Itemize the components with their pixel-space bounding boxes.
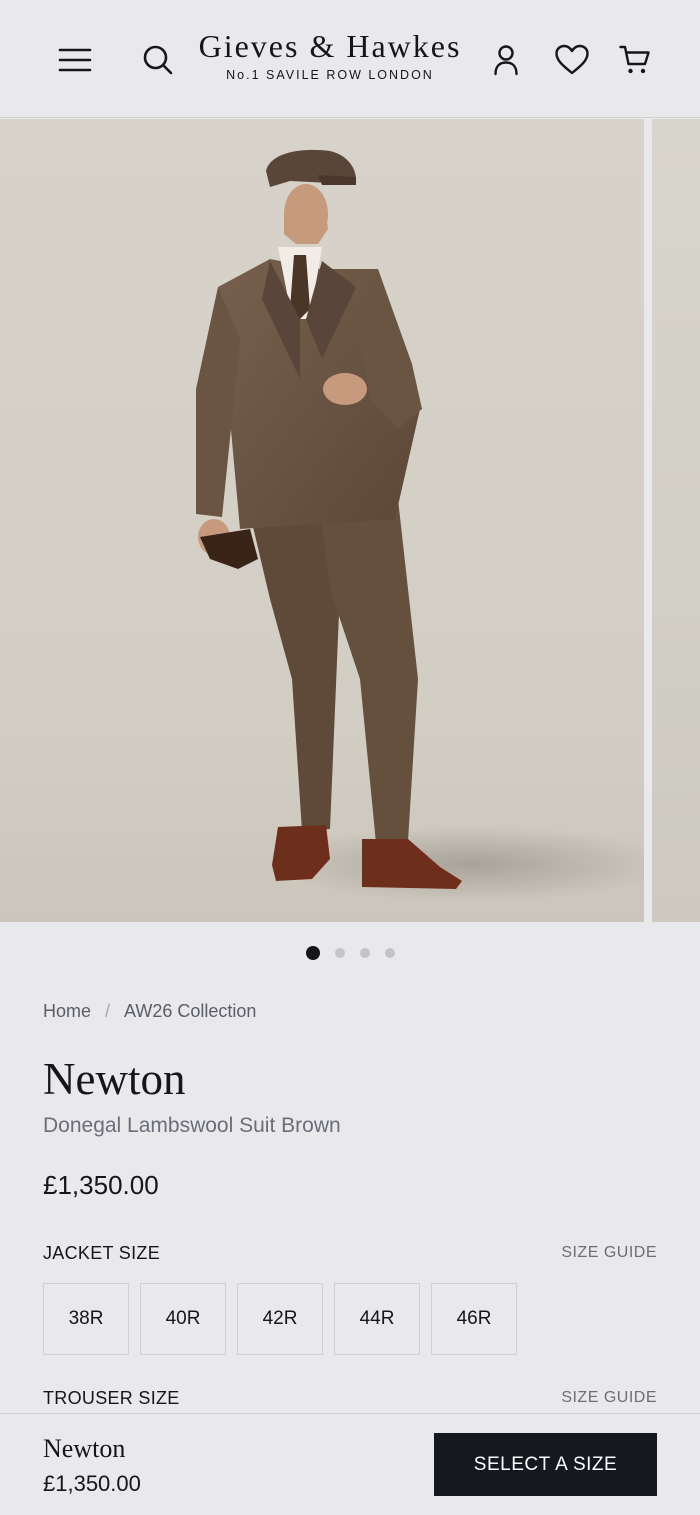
product-title: Newton [43, 1054, 186, 1104]
size-option-38r[interactable]: 38R [43, 1283, 129, 1355]
cart-icon[interactable] [612, 36, 658, 84]
product-subtitle: Donegal Lambswool Suit Brown [43, 1114, 341, 1137]
breadcrumb-home[interactable]: Home [43, 1001, 91, 1022]
next-product-image[interactable] [652, 119, 700, 922]
heart-icon[interactable] [548, 36, 596, 84]
gallery-dot-4[interactable] [384, 948, 395, 958]
size-option-42r[interactable]: 42R [237, 1283, 323, 1355]
jacket-size-options: 38R 40R 42R 44R 46R [43, 1283, 528, 1355]
sticky-product-name: Newton [43, 1434, 126, 1463]
account-icon[interactable] [485, 36, 527, 84]
search-icon[interactable] [136, 36, 180, 84]
select-size-button[interactable]: SELECT A SIZE [434, 1433, 657, 1496]
menu-icon[interactable] [50, 36, 100, 84]
breadcrumb-collection[interactable]: AW26 Collection [124, 1001, 256, 1022]
trouser-size-label: TROUSER SIZE [43, 1388, 180, 1408]
jacket-size-label: JACKET SIZE [43, 1243, 160, 1263]
size-option-44r[interactable]: 44R [334, 1283, 420, 1355]
size-option-46r[interactable]: 46R [431, 1283, 517, 1355]
gallery-dot-1[interactable] [305, 946, 320, 960]
breadcrumb: Home / AW26 Collection [43, 1001, 256, 1022]
brand-logo[interactable]: Gieves & Hawkes No.1 SAVILE ROW LONDON [180, 26, 480, 82]
breadcrumb-separator: / [105, 1001, 111, 1021]
gallery-pagination [0, 946, 700, 966]
jacket-size-guide-link[interactable]: SIZE GUIDE [561, 1244, 657, 1262]
product-image[interactable] [0, 119, 670, 922]
trouser-size-guide-link[interactable]: SIZE GUIDE [561, 1389, 657, 1407]
gallery-dot-2[interactable] [334, 948, 345, 958]
site-header: Gieves & Hawkes No.1 SAVILE ROW LONDON [0, 0, 700, 118]
product-price: £1,350.00 [43, 1170, 159, 1200]
sticky-product-price: £1,350.00 [43, 1471, 141, 1496]
product-gallery[interactable] [0, 119, 700, 922]
gallery-dot-3[interactable] [359, 948, 370, 958]
size-option-40r[interactable]: 40R [140, 1283, 226, 1355]
brand-name: Gieves & Hawkes [198, 28, 462, 64]
brand-tagline: No.1 SAVILE ROW LONDON [226, 68, 434, 82]
sticky-purchase-bar: Newton £1,350.00 SELECT A SIZE [0, 1413, 700, 1515]
